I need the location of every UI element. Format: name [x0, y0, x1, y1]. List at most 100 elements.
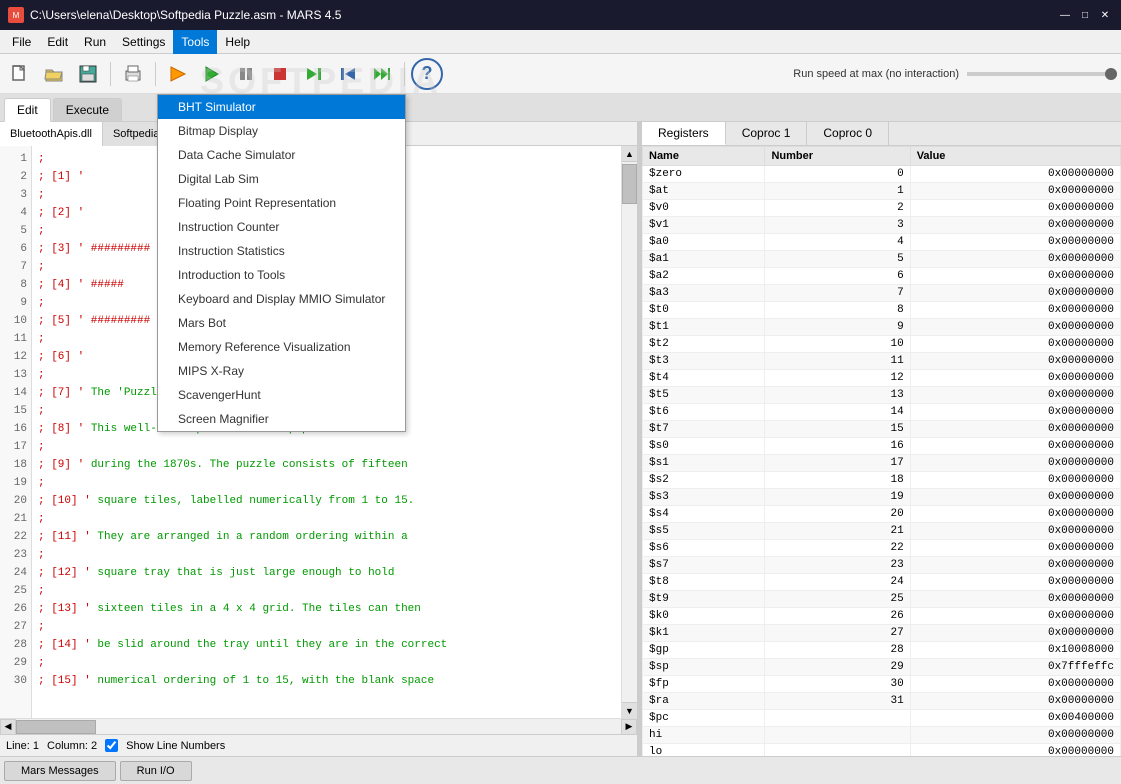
register-number: 0: [765, 166, 910, 183]
run-io-tab[interactable]: Run I/O: [120, 761, 192, 781]
line-numbers: 1234567891011121314151617181920212223242…: [0, 146, 32, 718]
table-row: $a040x00000000: [643, 234, 1121, 251]
vertical-scrollbar[interactable]: ▲ ▼: [621, 146, 637, 718]
speed-slider[interactable]: [967, 72, 1117, 76]
scroll-thumb-h[interactable]: [16, 720, 96, 734]
registers-panel: Registers Coproc 1 Coproc 0 Name Number …: [641, 122, 1121, 756]
new-file-button[interactable]: [4, 58, 36, 90]
print-button[interactable]: [117, 58, 149, 90]
menu-bar: File Edit Run Settings Tools Help: [0, 30, 1121, 54]
register-number: 24: [765, 574, 910, 591]
file-tab-bluetooth[interactable]: BluetoothApis.dll: [0, 122, 103, 146]
stop-button[interactable]: [264, 58, 296, 90]
register-value: 0x00000000: [910, 574, 1120, 591]
register-number: 6: [765, 268, 910, 285]
register-value: 0x00000000: [910, 183, 1120, 200]
scroll-left-button[interactable]: ◀: [0, 719, 16, 735]
register-name: $s6: [643, 540, 765, 557]
horizontal-scrollbar[interactable]: ◀ ▶: [0, 718, 637, 734]
table-row: $t8240x00000000: [643, 574, 1121, 591]
close-button[interactable]: ✕: [1097, 7, 1113, 23]
register-value: 0x00000000: [910, 608, 1120, 625]
register-number: 8: [765, 302, 910, 319]
tab-registers[interactable]: Registers: [642, 122, 726, 145]
register-value: 0x00000000: [910, 336, 1120, 353]
register-number: 19: [765, 489, 910, 506]
register-value: 0x00000000: [910, 625, 1120, 642]
register-name: hi: [643, 727, 765, 744]
menu-run[interactable]: Run: [76, 30, 114, 54]
show-line-numbers-checkbox[interactable]: [105, 739, 118, 752]
tab-edit[interactable]: Edit: [4, 98, 51, 122]
register-number: 17: [765, 455, 910, 472]
tools-menu-item[interactable]: Instruction Statistics: [158, 239, 405, 263]
table-row: $at10x00000000: [643, 183, 1121, 200]
tools-menu-item[interactable]: Memory Reference Visualization: [158, 335, 405, 359]
title-bar: M C:\Users\elena\Desktop\Softpedia Puzzl…: [0, 0, 1121, 30]
scroll-up-button[interactable]: ▲: [622, 146, 637, 162]
register-value: 0x00000000: [910, 251, 1120, 268]
register-name: $sp: [643, 659, 765, 676]
register-number: 15: [765, 421, 910, 438]
register-name: $s5: [643, 523, 765, 540]
table-row: hi0x00000000: [643, 727, 1121, 744]
register-number: 3: [765, 217, 910, 234]
help-button[interactable]: ?: [411, 58, 443, 90]
maximize-button[interactable]: □: [1077, 7, 1093, 23]
menu-tools[interactable]: Tools: [173, 30, 217, 54]
table-row: $v020x00000000: [643, 200, 1121, 217]
register-value: 0x00000000: [910, 472, 1120, 489]
open-file-button[interactable]: [38, 58, 70, 90]
step-back-button[interactable]: [332, 58, 364, 90]
table-row: $pc0x00400000: [643, 710, 1121, 727]
menu-edit[interactable]: Edit: [39, 30, 76, 54]
tools-menu-item[interactable]: ScavengerHunt: [158, 383, 405, 407]
minimize-button[interactable]: —: [1057, 7, 1073, 23]
assemble-button[interactable]: [162, 58, 194, 90]
register-value: 0x00000000: [910, 455, 1120, 472]
save-file-button[interactable]: [72, 58, 104, 90]
registers-data-table: Name Number Value $zero00x00000000$at10x…: [642, 146, 1121, 756]
tab-coproc1[interactable]: Coproc 1: [726, 122, 808, 145]
scroll-right-button[interactable]: ▶: [621, 719, 637, 735]
table-row: $s0160x00000000: [643, 438, 1121, 455]
scroll-down-button[interactable]: ▼: [622, 702, 637, 718]
mars-messages-tab[interactable]: Mars Messages: [4, 761, 116, 781]
table-row: lo0x00000000: [643, 744, 1121, 757]
register-number: [765, 744, 910, 757]
tools-menu-item[interactable]: Digital Lab Sim: [158, 167, 405, 191]
register-value: 0x10008000: [910, 642, 1120, 659]
menu-file[interactable]: File: [4, 30, 39, 54]
tools-menu-item[interactable]: Introduction to Tools: [158, 263, 405, 287]
pause-button[interactable]: [230, 58, 262, 90]
tab-coproc0[interactable]: Coproc 0: [807, 122, 889, 145]
scroll-thumb[interactable]: [622, 164, 637, 204]
tab-execute[interactable]: Execute: [53, 98, 122, 121]
table-row: $t2100x00000000: [643, 336, 1121, 353]
tools-menu-item[interactable]: Screen Magnifier: [158, 407, 405, 431]
step-forward-button[interactable]: [298, 58, 330, 90]
tools-menu-item[interactable]: BHT Simulator: [158, 95, 405, 119]
tools-dropdown-menu[interactable]: BHT SimulatorBitmap DisplayData Cache Si…: [157, 94, 406, 432]
register-value: 0x00000000: [910, 353, 1120, 370]
menu-help[interactable]: Help: [217, 30, 258, 54]
register-table: Name Number Value $zero00x00000000$at10x…: [642, 146, 1121, 756]
register-value: 0x00000000: [910, 166, 1120, 183]
scroll-track[interactable]: [622, 162, 637, 702]
menu-settings[interactable]: Settings: [114, 30, 173, 54]
tools-menu-item[interactable]: Instruction Counter: [158, 215, 405, 239]
table-row: $v130x00000000: [643, 217, 1121, 234]
step-fast-button[interactable]: [366, 58, 398, 90]
tools-menu-item[interactable]: Mars Bot: [158, 311, 405, 335]
tools-menu-item[interactable]: MIPS X-Ray: [158, 359, 405, 383]
tools-menu-item[interactable]: Bitmap Display: [158, 119, 405, 143]
register-name: $fp: [643, 676, 765, 693]
toolbar-separator-3: [404, 62, 405, 86]
register-number: 22: [765, 540, 910, 557]
register-name: $s3: [643, 489, 765, 506]
tools-menu-item[interactable]: Keyboard and Display MMIO Simulator: [158, 287, 405, 311]
table-row: $a370x00000000: [643, 285, 1121, 302]
tools-menu-item[interactable]: Data Cache Simulator: [158, 143, 405, 167]
tools-menu-item[interactable]: Floating Point Representation: [158, 191, 405, 215]
run-button[interactable]: [196, 58, 228, 90]
